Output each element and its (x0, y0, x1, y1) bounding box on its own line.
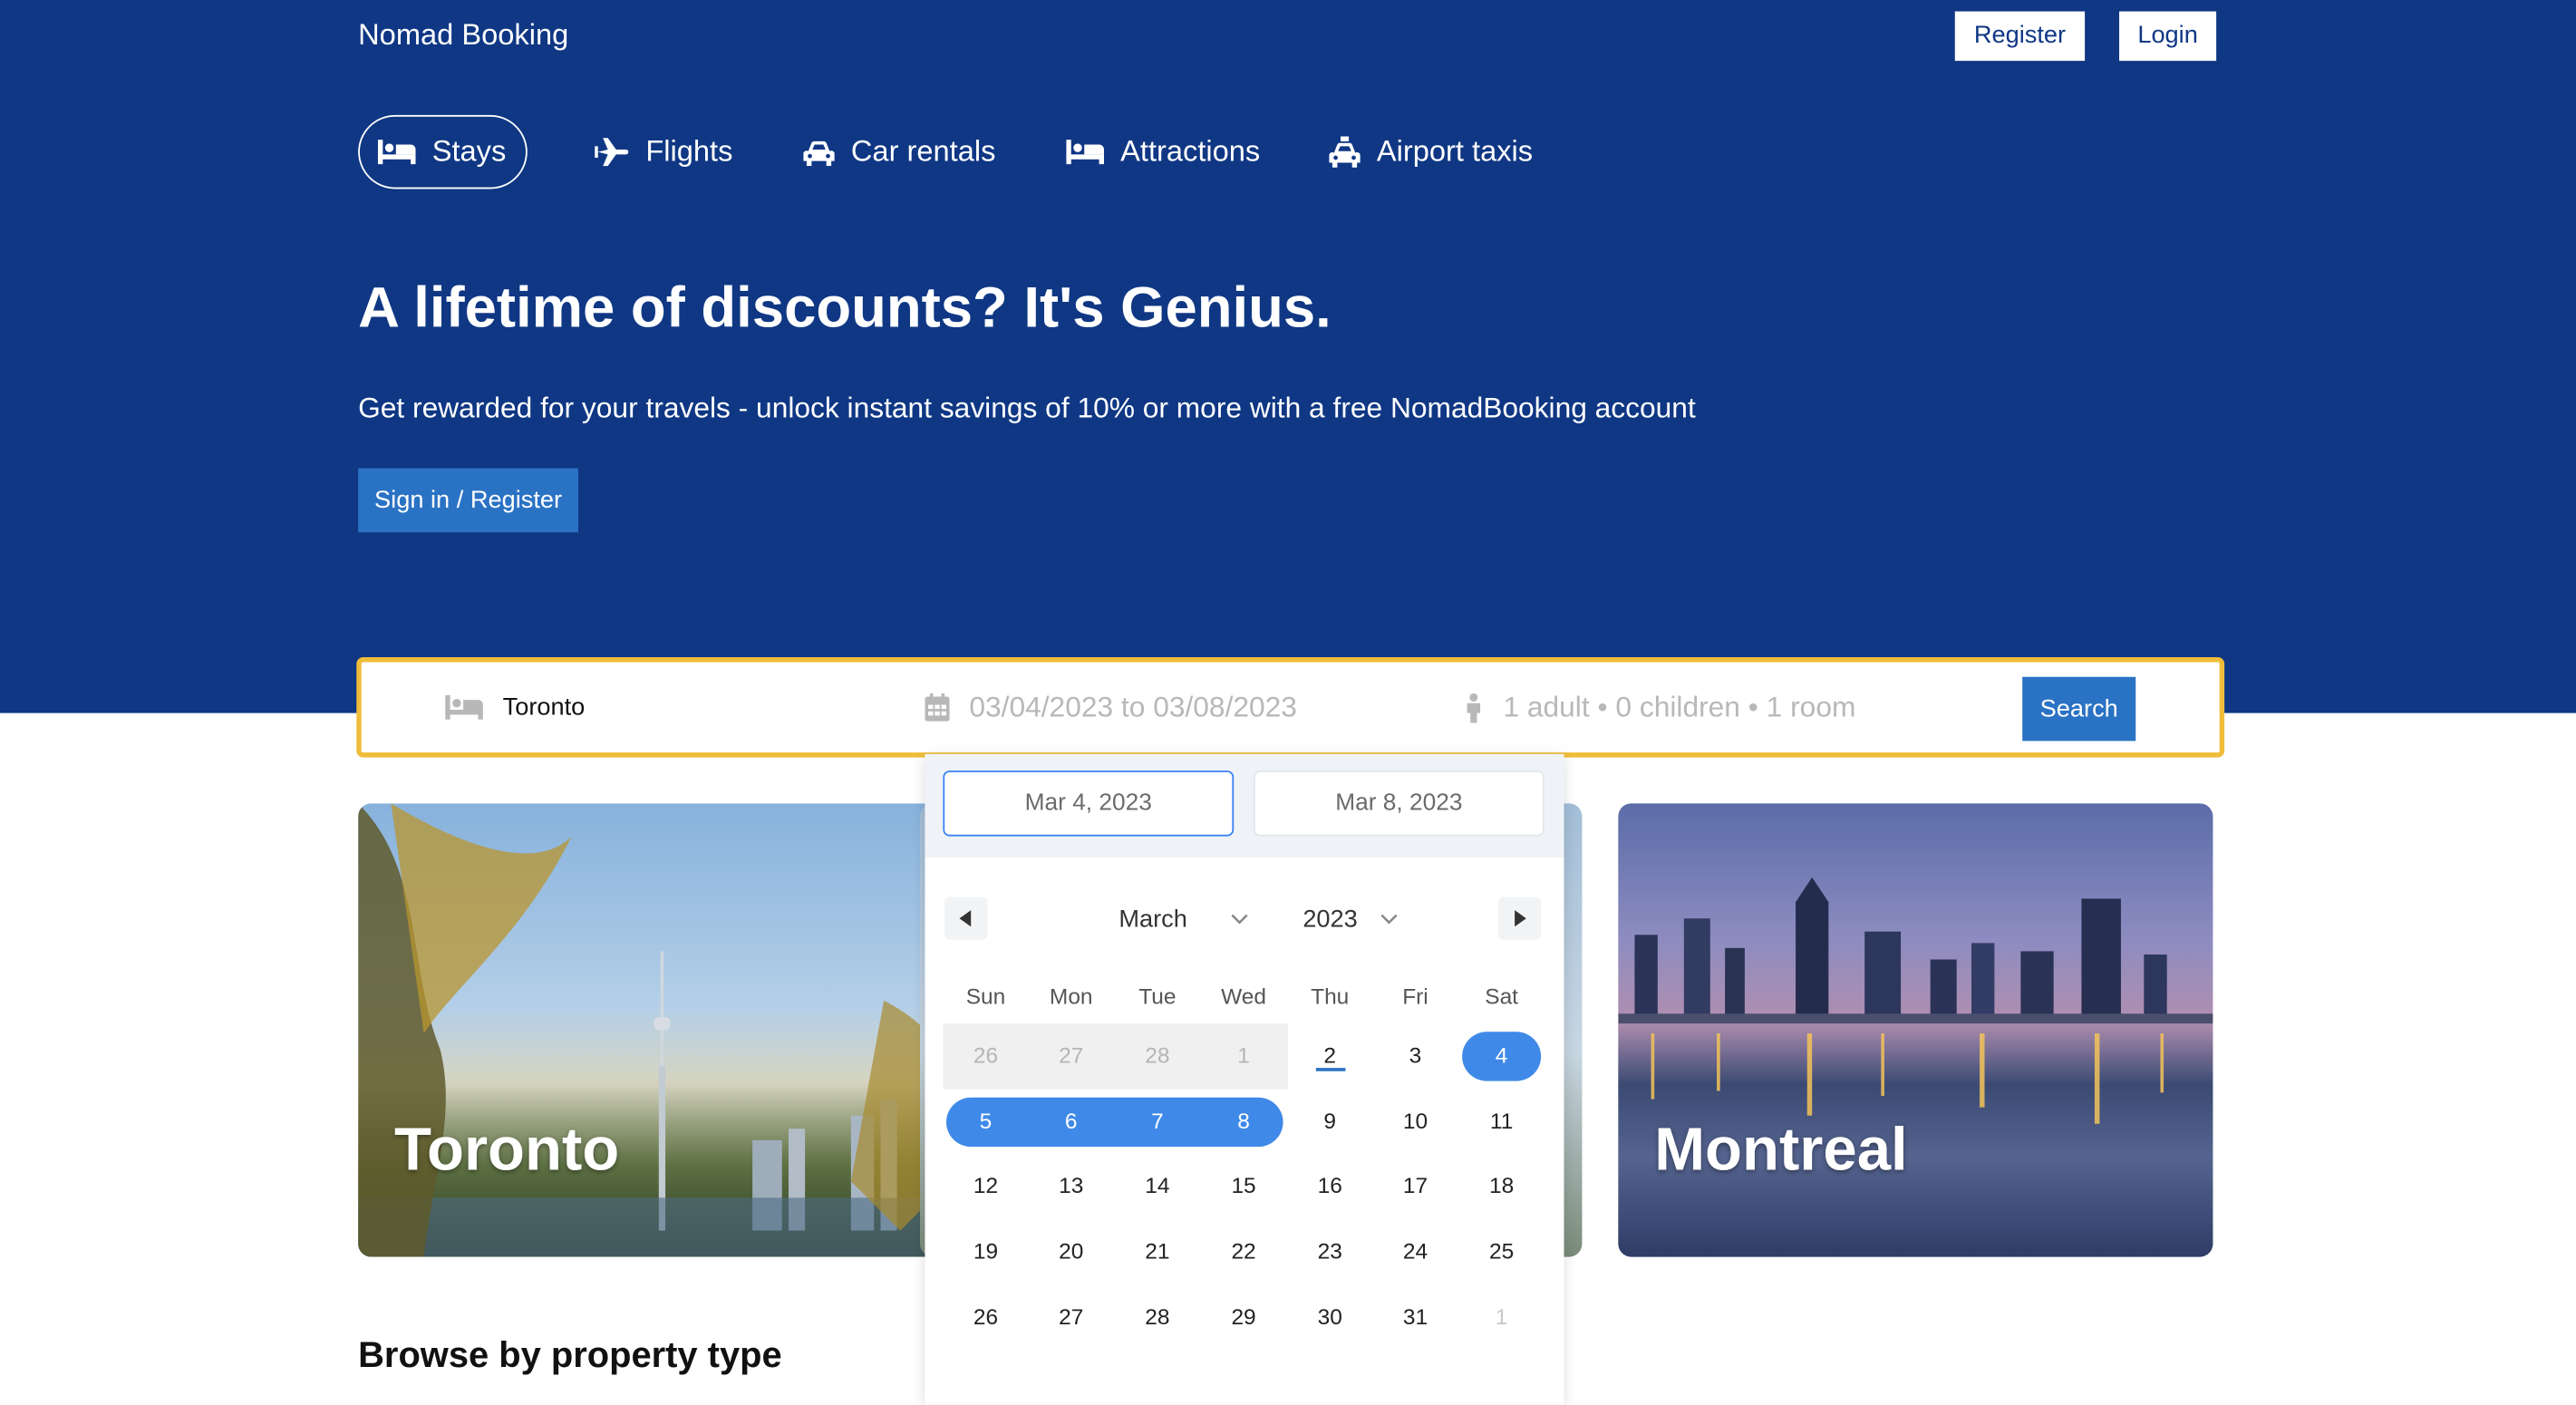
calendar-day[interactable]: 22 (1201, 1227, 1286, 1276)
search-button[interactable]: Search (2022, 676, 2136, 741)
toronto-skyline-image (358, 803, 1016, 1257)
calendar-day[interactable]: 14 (1115, 1161, 1200, 1210)
calendar-day[interactable]: 2 (1287, 1032, 1372, 1080)
calendar-day[interactable]: 30 (1287, 1293, 1372, 1342)
sign-in-register-button[interactable]: Sign in / Register (358, 468, 578, 533)
calendar-day[interactable]: 21 (1115, 1227, 1200, 1276)
bed-icon (445, 694, 483, 720)
calendar-day[interactable]: 11 (1459, 1098, 1545, 1147)
login-button[interactable]: Login (2119, 11, 2217, 62)
montreal-skyline-image (1618, 877, 2213, 1124)
car-icon (803, 140, 835, 166)
next-month-button[interactable] (1498, 896, 1542, 940)
start-date-input[interactable]: Mar 4, 2023 (943, 770, 1235, 837)
bed-icon (377, 140, 416, 165)
year-select[interactable]: 2023 (1303, 898, 1399, 939)
calendar-day[interactable]: 16 (1287, 1161, 1372, 1210)
calendar-day[interactable]: 25 (1459, 1227, 1545, 1276)
tab-stays[interactable]: Stays (358, 114, 528, 189)
calendar-day[interactable]: 31 (1372, 1293, 1457, 1342)
hero-title: A lifetime of discounts? It's Genius. (358, 276, 1332, 341)
tab-label: Attractions (1120, 134, 1261, 168)
date-range-value: 03/04/2023 to 03/08/2023 (969, 690, 1297, 723)
hero-subtitle: Get rewarded for your travels - unlock i… (358, 391, 1696, 424)
month-value: March (1119, 905, 1187, 934)
brand-logo[interactable]: Nomad Booking (358, 18, 568, 53)
previous-month-button[interactable] (944, 896, 988, 940)
month-select[interactable]: March (1119, 898, 1248, 939)
calendar-day[interactable]: 15 (1201, 1161, 1286, 1210)
calendar-day[interactable]: 27 (1029, 1293, 1114, 1342)
destination-value: Toronto (502, 693, 586, 722)
hero-banner: Nomad Booking Register Login Stays Fligh… (0, 0, 2576, 713)
bed-icon (1066, 140, 1104, 165)
destination-name: Montreal (1654, 1115, 1908, 1183)
calendar-day[interactable]: 4 (1459, 1032, 1545, 1080)
tab-car-rentals[interactable]: Car rentals (803, 115, 995, 189)
today-indicator (1314, 1068, 1345, 1071)
weekday-label: Mon (1049, 984, 1093, 1009)
calendar-day[interactable]: 18 (1459, 1161, 1545, 1210)
weekday-label: Sun (965, 984, 1006, 1009)
calendar-day[interactable]: 12 (943, 1161, 1028, 1210)
chevron-down-icon (1230, 914, 1248, 925)
calendar-day[interactable]: 23 (1287, 1227, 1372, 1276)
calendar-day[interactable]: 1 (1459, 1293, 1545, 1342)
year-value: 2023 (1303, 905, 1358, 934)
tab-label: Airport taxis (1376, 134, 1534, 168)
calendar-day[interactable]: 28 (1115, 1293, 1200, 1342)
weekday-label: Thu (1311, 984, 1350, 1009)
calendar-day[interactable]: 24 (1372, 1227, 1457, 1276)
tab-attractions[interactable]: Attractions (1066, 115, 1260, 189)
tab-label: Car rentals (850, 134, 996, 168)
weekday-label: Wed (1221, 984, 1266, 1009)
chevron-down-icon (1381, 914, 1399, 925)
calendar-day[interactable]: 7 (1115, 1098, 1200, 1147)
date-picker-header: Mar 4, 2023 Mar 8, 2023 (925, 753, 1564, 858)
calendar-day[interactable]: 17 (1372, 1161, 1457, 1210)
calendar-day[interactable]: 6 (1029, 1098, 1114, 1147)
calendar-day[interactable]: 3 (1372, 1032, 1457, 1080)
destination-card-toronto[interactable]: Toronto (358, 803, 1016, 1257)
calendar-day[interactable]: 27 (1029, 1032, 1114, 1080)
guests-field[interactable]: 1 adult • 0 children • 1 room (1464, 662, 1855, 752)
destination-field[interactable]: Toronto (445, 662, 585, 752)
caret-left-icon (959, 910, 972, 927)
tab-flights[interactable]: Flights (595, 115, 732, 189)
calendar-day[interactable]: 1 (1201, 1032, 1286, 1080)
destination-name: Toronto (394, 1115, 620, 1183)
calendar-day[interactable]: 19 (943, 1227, 1028, 1276)
calendar-day[interactable]: 29 (1201, 1293, 1286, 1342)
tab-label: Stays (431, 134, 507, 168)
calendar-icon (925, 693, 950, 722)
calendar-day[interactable]: 8 (1201, 1098, 1286, 1147)
caret-right-icon (1515, 910, 1526, 927)
tab-label: Flights (645, 134, 733, 168)
calendar-day[interactable]: 13 (1029, 1161, 1114, 1210)
plane-icon (595, 138, 629, 167)
date-range-field[interactable]: 03/04/2023 to 03/08/2023 (925, 662, 1297, 752)
calendar-day[interactable]: 5 (943, 1098, 1028, 1147)
taxi-icon (1329, 136, 1361, 168)
end-date-input[interactable]: Mar 8, 2023 (1253, 770, 1545, 837)
guests-value: 1 adult • 0 children • 1 room (1503, 690, 1856, 723)
weekday-label: Sat (1485, 984, 1518, 1009)
calendar-day[interactable]: 9 (1287, 1098, 1372, 1147)
destination-card-montreal[interactable]: Montreal (1618, 803, 2213, 1257)
tab-airport-taxis[interactable]: Airport taxis (1329, 115, 1533, 189)
register-button[interactable]: Register (1954, 11, 2086, 62)
browse-section-title: Browse by property type (358, 1333, 782, 1376)
date-picker: Mar 4, 2023 Mar 8, 2023 March 2023 Sun Mo… (925, 753, 1564, 1405)
person-icon (1467, 692, 1481, 722)
calendar-day[interactable]: 10 (1372, 1098, 1457, 1147)
weekday-label: Tue (1138, 984, 1177, 1009)
calendar-day[interactable]: 26 (943, 1293, 1028, 1342)
calendar-day[interactable]: 20 (1029, 1227, 1114, 1276)
weekday-label: Fri (1402, 984, 1428, 1009)
calendar-day[interactable]: 26 (943, 1032, 1028, 1080)
search-bar: Toronto 03/04/2023 to 03/08/2023 1 adult… (356, 657, 2225, 758)
calendar-day[interactable]: 28 (1115, 1032, 1200, 1080)
